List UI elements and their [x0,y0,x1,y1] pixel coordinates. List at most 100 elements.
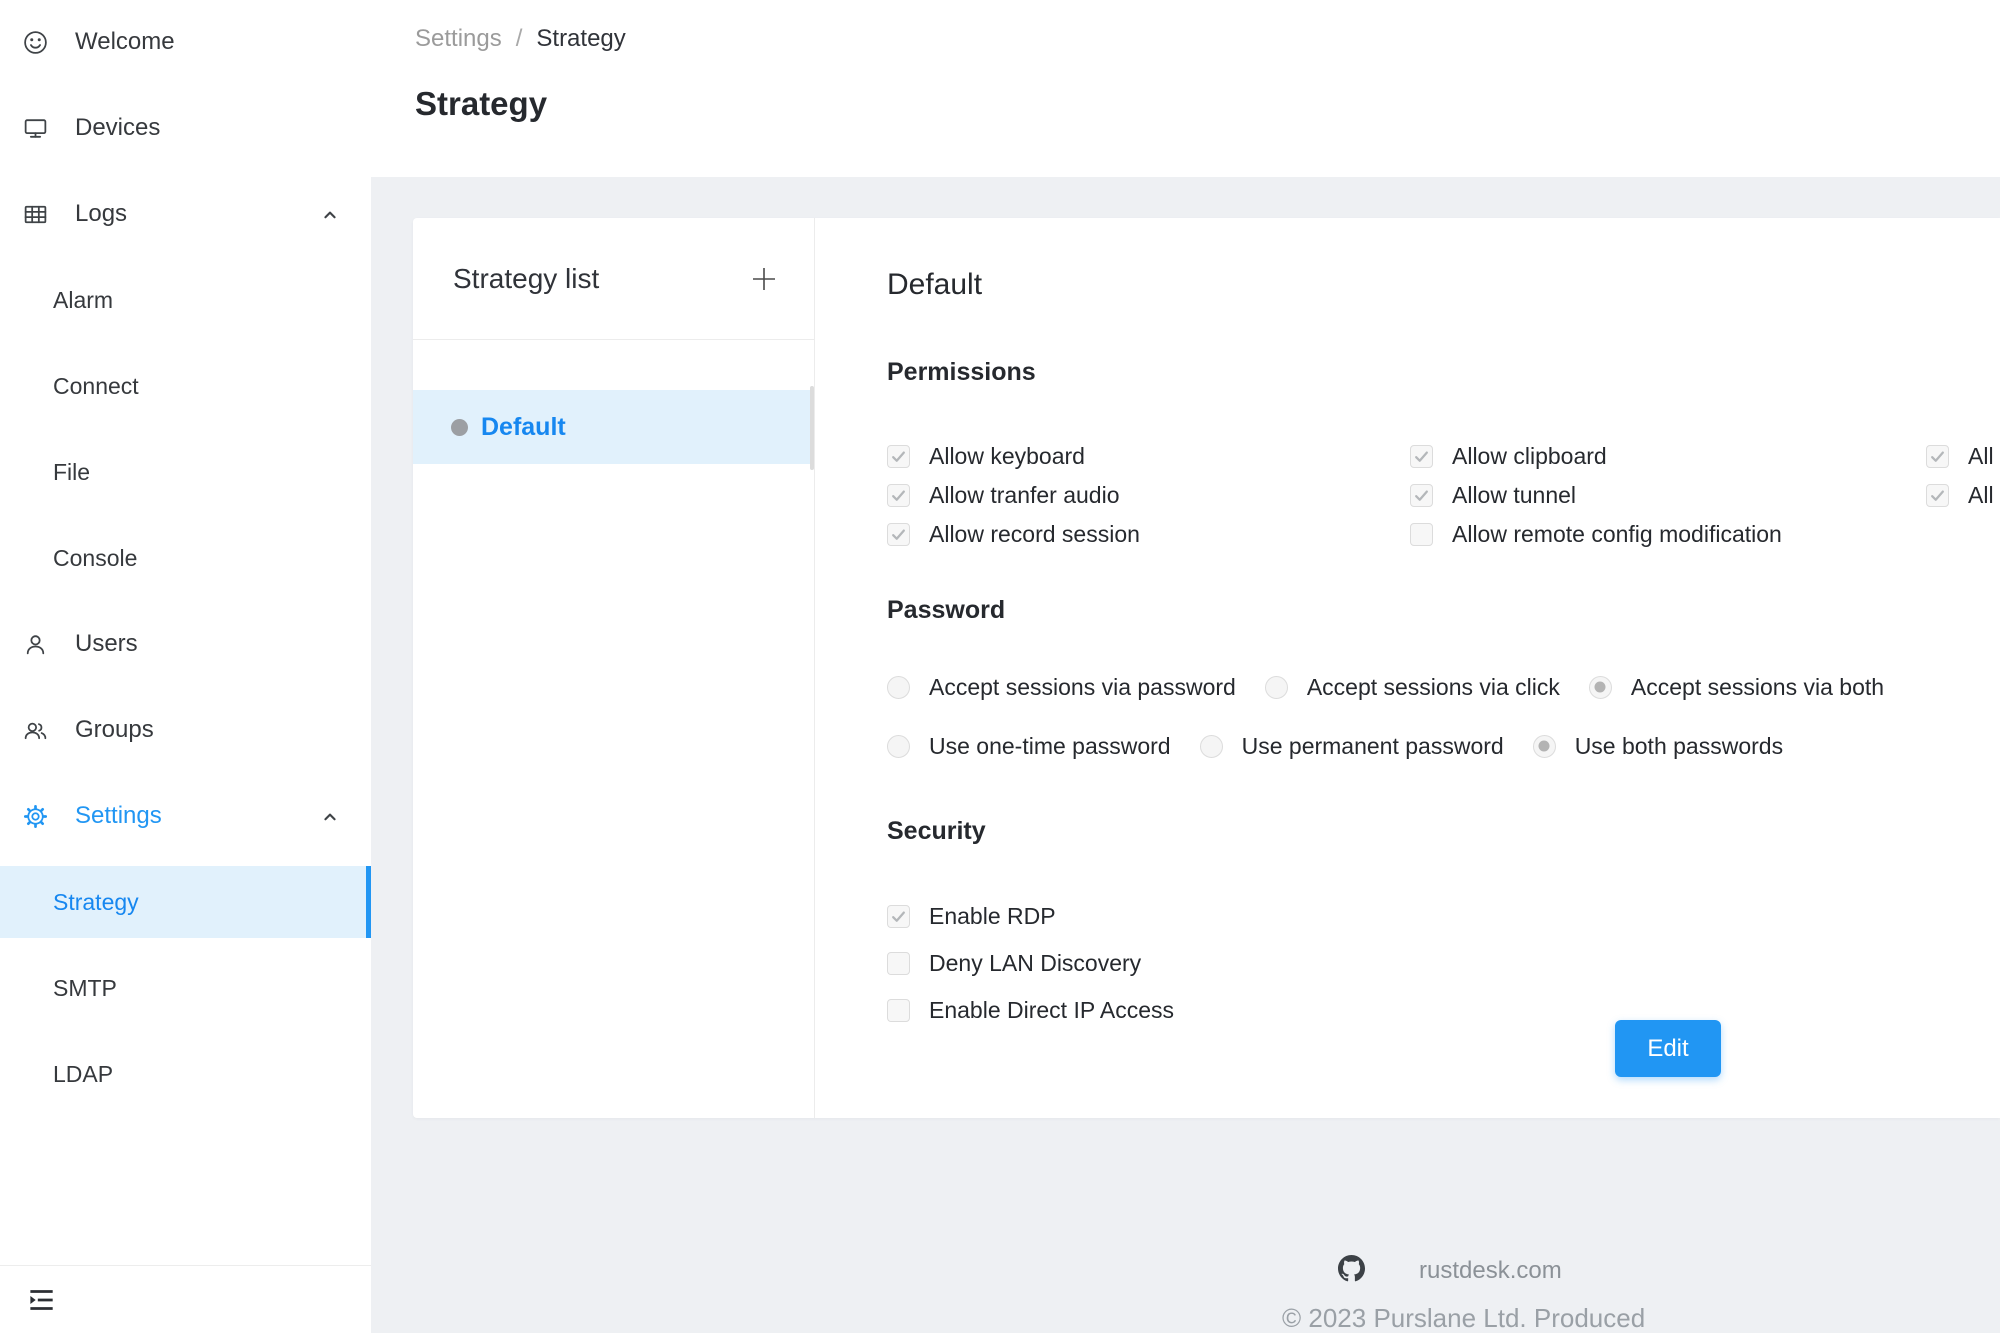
collapse-sidebar-icon[interactable] [24,1286,58,1314]
checkbox-allow-transfer-audio[interactable]: Allow tranfer audio [887,479,1410,512]
permissions-column-2: Allow clipboard Allow tunnel Allow remot… [1410,440,1926,551]
checkbox-enable-direct-ip[interactable]: Enable Direct IP Access [887,994,2000,1027]
sidebar-item-devices[interactable]: Devices [0,92,371,164]
user-icon [22,631,49,658]
checkbox-icon [1926,445,1949,468]
sidebar-item-welcome[interactable]: Welcome [0,6,371,78]
radio-label: Accept sessions via both [1631,674,1884,701]
breadcrumb-settings[interactable]: Settings [415,25,502,53]
checkbox-enable-rdp[interactable]: Enable RDP [887,900,2000,933]
radio-icon [1533,735,1556,758]
page-title: Strategy [415,85,2000,123]
sidebar-item-users[interactable]: Users [0,608,371,680]
add-strategy-button[interactable] [748,263,780,295]
checkbox-icon [887,999,910,1022]
content-area: Strategy list Default [371,177,2000,1333]
permissions-grid: Allow keyboard Allow tranfer audio Allow… [887,440,2000,551]
checkbox-allow-remote-config[interactable]: Allow remote config modification [1410,518,1926,551]
footer: rustdesk.com [1338,1255,1562,1287]
password-session-options: Accept sessions via password Accept sess… [887,673,2000,701]
checkbox-icon [887,484,910,507]
sidebar-item-label: Devices [75,114,341,142]
sidebar-item-file[interactable]: File [0,436,371,508]
sidebar-subitem-label: File [53,459,90,486]
checkbox-icon [887,952,910,975]
checkbox-label: Allow keyboard [929,443,1085,470]
checkbox-label: Allow record session [929,521,1140,548]
edit-button[interactable]: Edit [1615,1020,1721,1077]
table-grid-icon [22,201,49,228]
sidebar-item-logs[interactable]: Logs [0,178,371,250]
status-dot-icon [451,419,468,436]
sidebar-item-connect[interactable]: Connect [0,350,371,422]
checkbox-label: Allow remote config modification [1452,521,1782,548]
checkbox-allow-clipboard[interactable]: Allow clipboard [1410,440,1926,473]
radio-label: Use both passwords [1575,733,1783,760]
list-scrollbar[interactable] [810,386,814,470]
checkbox-allow-truncated-2[interactable]: All [1926,479,2000,512]
radio-icon [1265,676,1288,699]
checkbox-icon [1926,484,1949,507]
password-heading: Password [887,598,2000,623]
sidebar: Welcome Devices [0,0,371,1333]
radio-icon [887,676,910,699]
radio-both-passwords[interactable]: Use both passwords [1533,733,1783,760]
password-type-options: Use one-time password Use permanent pass… [887,732,2000,760]
checkbox-allow-tunnel[interactable]: Allow tunnel [1410,479,1926,512]
sidebar-item-label: Users [75,630,341,658]
checkbox-icon [1410,484,1433,507]
sidebar-subitem-label: Strategy [53,889,139,916]
checkbox-icon [1410,523,1433,546]
sidebar-item-label: Groups [75,716,341,744]
sidebar-item-settings[interactable]: Settings [0,780,371,852]
sidebar-item-label: Logs [75,200,319,228]
sidebar-item-console[interactable]: Console [0,522,371,594]
checkbox-icon [887,905,910,928]
page-header: Settings / Strategy Strategy [371,0,2000,177]
checkbox-icon [887,445,910,468]
strategy-list-panel: Strategy list Default [413,218,815,1118]
github-icon[interactable] [1338,1255,1365,1287]
checkbox-label: Enable Direct IP Access [929,997,1174,1024]
sidebar-subitem-label: LDAP [53,1061,113,1088]
checkbox-allow-truncated-1[interactable]: All [1926,440,2000,473]
checkbox-label: Enable RDP [929,903,1056,930]
chevron-up-icon [319,805,341,827]
sidebar-item-label: Settings [75,802,319,830]
checkbox-label: All [1968,443,1994,470]
sidebar-item-strategy[interactable]: Strategy [0,866,371,938]
strategy-list-item-default[interactable]: Default [413,390,814,464]
security-list: Enable RDP Deny LAN Discovery Enable Dir… [887,900,2000,1027]
radio-accept-via-both[interactable]: Accept sessions via both [1589,674,1884,701]
permissions-heading: Permissions [887,360,2000,385]
permissions-column-1: Allow keyboard Allow tranfer audio Allow… [887,440,1410,551]
app-root: Welcome Devices [0,0,2000,1333]
checkbox-label: Allow clipboard [1452,443,1607,470]
footer-site-link[interactable]: rustdesk.com [1419,1257,1562,1285]
breadcrumb-current: Strategy [536,25,625,53]
checkbox-allow-record-session[interactable]: Allow record session [887,518,1410,551]
checkbox-deny-lan-discovery[interactable]: Deny LAN Discovery [887,947,2000,980]
group-icon [22,717,49,744]
sidebar-item-alarm[interactable]: Alarm [0,264,371,336]
checkbox-label: Allow tranfer audio [929,482,1120,509]
radio-one-time-password[interactable]: Use one-time password [887,733,1171,760]
radio-accept-via-click[interactable]: Accept sessions via click [1265,674,1560,701]
radio-accept-via-password[interactable]: Accept sessions via password [887,674,1236,701]
radio-icon [1589,676,1612,699]
checkbox-icon [887,523,910,546]
radio-permanent-password[interactable]: Use permanent password [1200,733,1504,760]
footer-copyright: © 2023 Purslane Ltd. Produced [1282,1303,1645,1333]
detail-title: Default [887,270,2000,300]
sidebar-item-label: Welcome [75,28,341,56]
checkbox-label: Deny LAN Discovery [929,950,1141,977]
radio-label: Accept sessions via password [929,674,1236,701]
sidebar-item-groups[interactable]: Groups [0,694,371,766]
sidebar-item-smtp[interactable]: SMTP [0,952,371,1024]
sidebar-subitem-label: Alarm [53,287,113,314]
checkbox-icon [1410,445,1433,468]
radio-label: Use permanent password [1242,733,1504,760]
checkbox-allow-keyboard[interactable]: Allow keyboard [887,440,1410,473]
sidebar-item-ldap[interactable]: LDAP [0,1038,371,1110]
checkbox-label: Allow tunnel [1452,482,1576,509]
